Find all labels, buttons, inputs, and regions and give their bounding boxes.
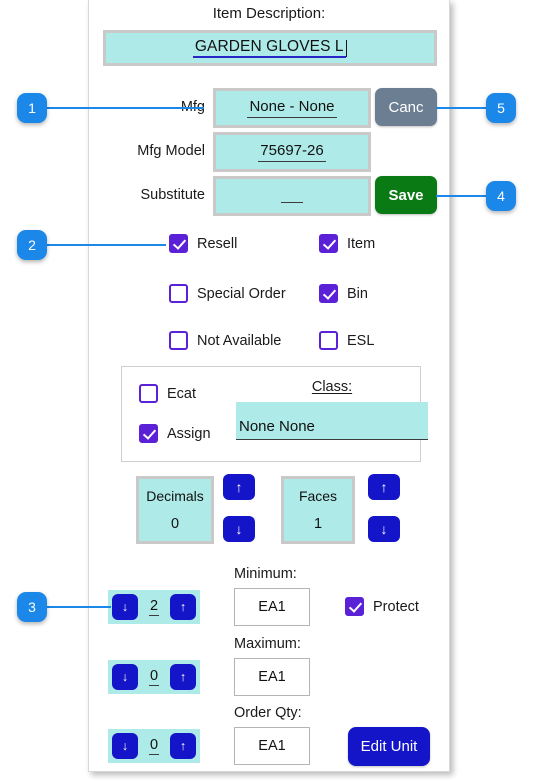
leader-line-5 bbox=[436, 107, 486, 109]
label-minimum: Minimum: bbox=[234, 566, 297, 582]
edit-unit-button[interactable]: Edit Unit bbox=[348, 727, 430, 766]
checkbox-not-available[interactable]: Not Available bbox=[169, 331, 281, 350]
checkbox-item-box[interactable] bbox=[319, 234, 338, 253]
checkbox-bin[interactable]: Bin bbox=[319, 284, 368, 303]
checkbox-bin-box[interactable] bbox=[319, 284, 338, 303]
label-order-qty: Order Qty: bbox=[234, 705, 302, 721]
decimals-label: Decimals bbox=[146, 488, 204, 504]
checkbox-bin-label: Bin bbox=[347, 285, 368, 302]
mfg-value: None - None bbox=[247, 98, 337, 118]
order-qty-unit-field[interactable]: EA1 bbox=[234, 727, 310, 765]
callout-badge-4[interactable]: 4 bbox=[486, 181, 516, 211]
minimum-down-button[interactable]: ↓ bbox=[112, 594, 138, 620]
page-title: Item Description: bbox=[212, 5, 326, 22]
checkbox-resell-label: Resell bbox=[197, 235, 238, 252]
faces-down-button[interactable]: ↓ bbox=[368, 516, 400, 542]
minimum-unit-field[interactable]: EA1 bbox=[234, 588, 310, 626]
text-caret bbox=[345, 39, 348, 57]
checkbox-special-order-box[interactable] bbox=[169, 284, 188, 303]
faces-label: Faces bbox=[298, 488, 338, 504]
checkbox-not-available-box[interactable] bbox=[169, 331, 188, 350]
checkbox-ecat[interactable]: Ecat bbox=[139, 384, 196, 403]
decimals-value: 0 bbox=[170, 516, 180, 532]
checkbox-assign-label: Assign bbox=[167, 425, 211, 442]
faces-box[interactable]: Faces 1 bbox=[281, 476, 355, 544]
checkbox-protect-box[interactable] bbox=[345, 597, 364, 616]
maximum-unit-field[interactable]: EA1 bbox=[234, 658, 310, 696]
leader-line-4 bbox=[436, 195, 486, 197]
cancel-button[interactable]: Canc bbox=[375, 88, 437, 126]
checkbox-resell-box[interactable] bbox=[169, 234, 188, 253]
faces-up-button[interactable]: ↑ bbox=[368, 474, 400, 500]
maximum-down-button[interactable]: ↓ bbox=[112, 664, 138, 690]
maximum-up-button[interactable]: ↑ bbox=[169, 664, 196, 690]
class-input[interactable]: None None bbox=[236, 402, 428, 440]
order-qty-up-button[interactable]: ↑ bbox=[169, 733, 196, 759]
checkbox-resell[interactable]: Resell bbox=[169, 234, 237, 253]
maximum-stepper-value: 0 bbox=[148, 668, 160, 686]
checkbox-item[interactable]: Item bbox=[319, 234, 375, 253]
faces-value: 1 bbox=[313, 516, 323, 532]
checkbox-item-label: Item bbox=[347, 235, 376, 252]
item-description-value: GARDEN GLOVES L bbox=[192, 38, 346, 59]
checkbox-assign[interactable]: Assign bbox=[139, 424, 211, 443]
label-substitute: Substitute bbox=[140, 187, 206, 203]
decimals-box[interactable]: Decimals 0 bbox=[136, 476, 214, 544]
leader-line-1 bbox=[46, 107, 204, 109]
mfg-model-input[interactable]: 75697-26 bbox=[213, 132, 371, 172]
checkbox-protect[interactable]: Protect bbox=[345, 597, 419, 616]
label-mfg-model: Mfg Model bbox=[137, 143, 205, 159]
leader-line-2 bbox=[46, 244, 166, 246]
checkbox-assign-box[interactable] bbox=[139, 424, 158, 443]
label-maximum: Maximum: bbox=[234, 636, 301, 652]
class-label: Class: bbox=[311, 379, 353, 395]
callout-badge-5[interactable]: 5 bbox=[486, 93, 516, 123]
substitute-input[interactable] bbox=[213, 176, 371, 216]
screenshot-root: Item Description: GARDEN GLOVES L Mfg Mf… bbox=[0, 0, 536, 780]
item-description-input[interactable]: GARDEN GLOVES L bbox=[103, 30, 437, 66]
item-dialog-panel: Item Description: GARDEN GLOVES L Mfg Mf… bbox=[88, 0, 450, 772]
minimum-up-button[interactable]: ↑ bbox=[169, 594, 196, 620]
callout-badge-2[interactable]: 2 bbox=[17, 230, 47, 260]
leader-line-3 bbox=[46, 606, 111, 608]
checkbox-esl-label: ESL bbox=[347, 332, 375, 349]
decimals-up-button[interactable]: ↑ bbox=[223, 474, 255, 500]
maximum-stepper[interactable]: ↓ 0 ↑ bbox=[108, 660, 200, 694]
checkbox-esl[interactable]: ESL bbox=[319, 331, 374, 350]
mfg-model-value: 75697-26 bbox=[258, 142, 326, 162]
decimals-down-button[interactable]: ↓ bbox=[223, 516, 255, 542]
order-qty-stepper[interactable]: ↓ 0 ↑ bbox=[108, 729, 200, 763]
checkbox-ecat-label: Ecat bbox=[167, 385, 197, 402]
checkbox-special-order[interactable]: Special Order bbox=[169, 284, 286, 303]
callout-badge-1[interactable]: 1 bbox=[17, 93, 47, 123]
checkbox-not-available-label: Not Available bbox=[197, 332, 282, 349]
order-qty-stepper-value: 0 bbox=[148, 737, 160, 755]
callout-badge-3[interactable]: 3 bbox=[17, 592, 47, 622]
minimum-stepper-value: 2 bbox=[148, 598, 160, 616]
save-button[interactable]: Save bbox=[375, 176, 437, 214]
checkbox-special-order-label: Special Order bbox=[197, 285, 286, 302]
order-qty-down-button[interactable]: ↓ bbox=[112, 733, 138, 759]
minimum-stepper[interactable]: ↓ 2 ↑ bbox=[108, 590, 200, 624]
class-value: None None bbox=[236, 418, 428, 440]
mfg-input[interactable]: None - None bbox=[213, 88, 371, 128]
checkbox-ecat-box[interactable] bbox=[139, 384, 158, 403]
checkbox-esl-box[interactable] bbox=[319, 331, 338, 350]
substitute-value bbox=[281, 190, 303, 203]
checkbox-protect-label: Protect bbox=[373, 598, 419, 615]
